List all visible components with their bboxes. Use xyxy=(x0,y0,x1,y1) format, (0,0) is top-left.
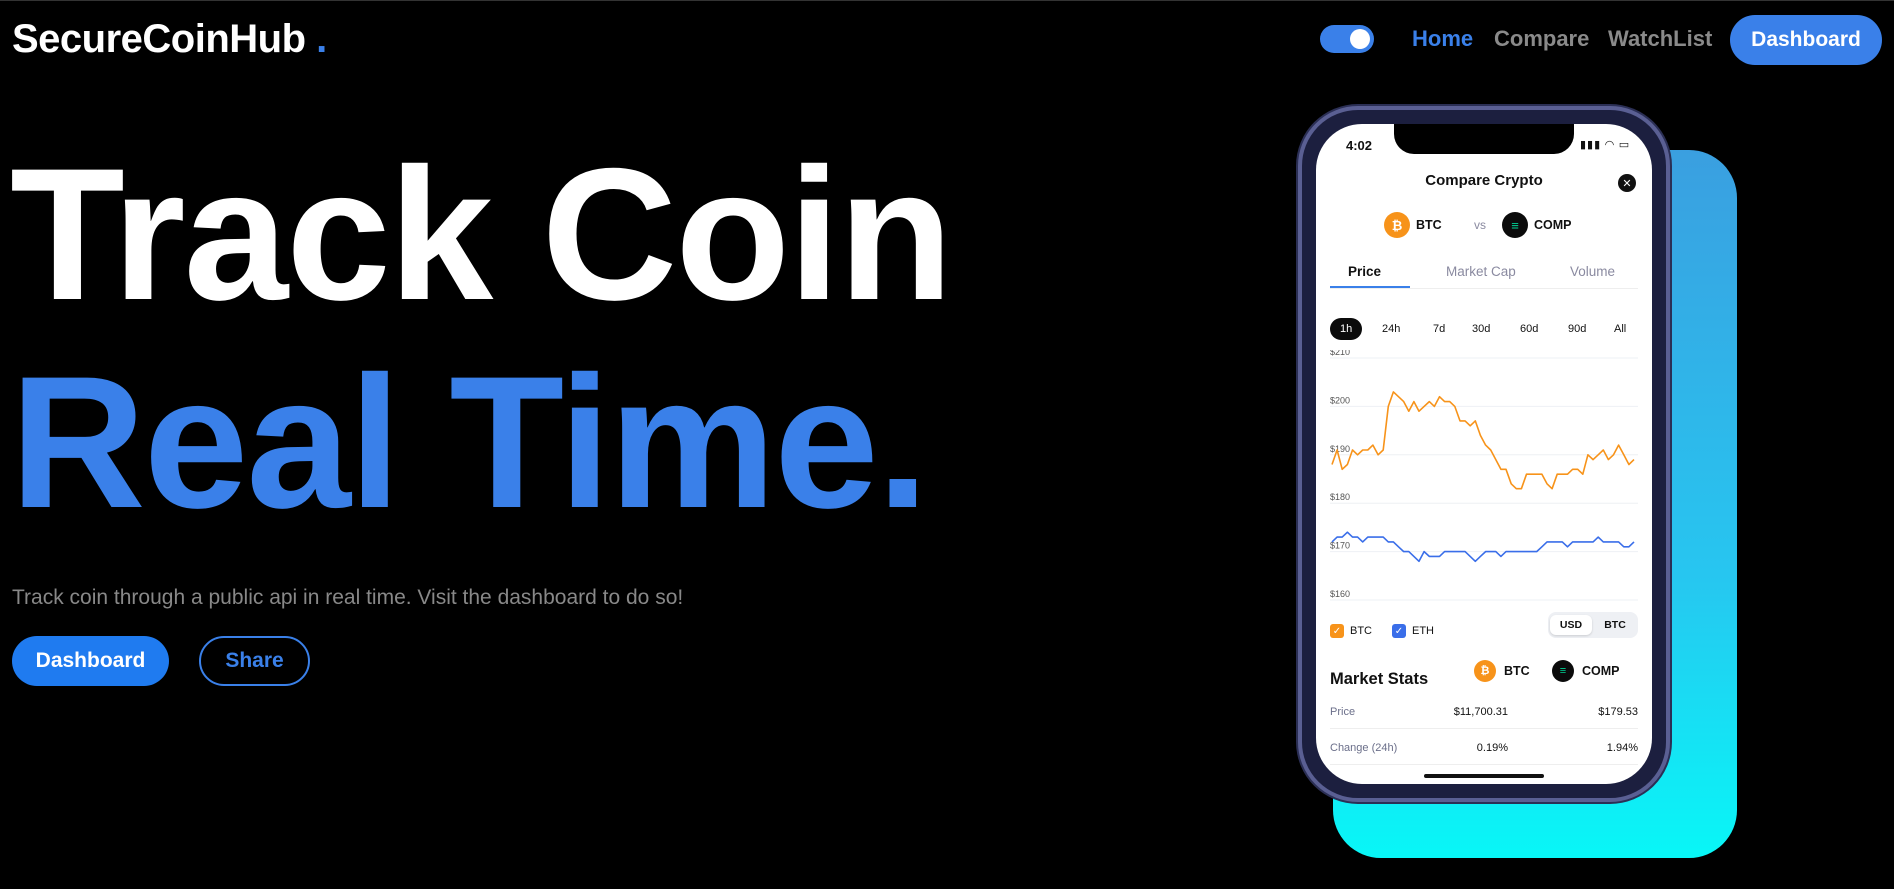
phone-notch xyxy=(1394,124,1574,154)
price-chart: $210 $200 $190 $180 $170 $160 xyxy=(1330,350,1638,601)
stats-col-b: COMP xyxy=(1582,664,1620,678)
range-1h[interactable]: 1h xyxy=(1330,318,1363,340)
coin-a-label: BTC xyxy=(1416,218,1442,232)
tab-active-indicator xyxy=(1330,286,1410,288)
status-time: 4:02 xyxy=(1346,138,1373,153)
y-tick-label: $190 xyxy=(1330,444,1350,454)
bitcoin-icon: ₿ xyxy=(1474,660,1496,682)
coin-b-label: COMP xyxy=(1534,218,1572,232)
hero-share-button[interactable]: Share xyxy=(199,636,310,686)
range-60d[interactable]: 60d xyxy=(1520,318,1538,340)
y-tick-label: $170 xyxy=(1330,541,1350,551)
tab-volume[interactable]: Volume xyxy=(1570,264,1615,279)
stats-row-value-a: $11,700.31 xyxy=(1453,706,1508,718)
bitcoin-icon: ₿ xyxy=(1384,212,1410,238)
nav-dashboard-button[interactable]: Dashboard xyxy=(1730,15,1882,65)
tab-divider xyxy=(1330,288,1638,289)
stats-divider xyxy=(1330,728,1638,729)
legend-eth-label: ETH xyxy=(1412,625,1434,637)
legend-eth-checkbox[interactable]: ✓ xyxy=(1392,624,1406,638)
site-logo[interactable]: SecureCoinHub . xyxy=(12,17,327,62)
nav-home-link[interactable]: Home xyxy=(1412,26,1473,52)
stats-col-a: BTC xyxy=(1504,664,1530,678)
chart-y-ticks: $210 $200 $190 $180 $170 $160 xyxy=(1330,350,1350,599)
compare-crypto-title: Compare Crypto xyxy=(1425,172,1543,189)
y-tick-label: $200 xyxy=(1330,395,1350,405)
toggle-knob xyxy=(1350,29,1370,49)
stats-row-label: Price xyxy=(1330,706,1356,718)
stats-row-value-a: 0.19% xyxy=(1476,742,1508,754)
range-24h[interactable]: 24h xyxy=(1382,318,1400,340)
y-tick-label: $210 xyxy=(1330,350,1350,357)
logo-dot: . xyxy=(316,17,327,61)
close-icon[interactable]: ✕ xyxy=(1618,174,1636,192)
currency-usd[interactable]: USD xyxy=(1550,615,1592,635)
hero-title-line1: Track Coin xyxy=(10,129,953,339)
nav-watchlist-link[interactable]: WatchList xyxy=(1608,26,1712,52)
nav-compare-link[interactable]: Compare xyxy=(1494,26,1589,52)
vs-label: vs xyxy=(1474,218,1486,232)
currency-toggle: USD BTC xyxy=(1548,612,1638,638)
stats-divider xyxy=(1330,764,1638,765)
series-line-eth xyxy=(1331,531,1635,563)
compound-icon: ≡ xyxy=(1502,212,1528,238)
range-30d[interactable]: 30d xyxy=(1472,318,1490,340)
range-7d[interactable]: 7d xyxy=(1433,318,1445,340)
range-90d[interactable]: 90d xyxy=(1568,318,1586,340)
tab-price[interactable]: Price xyxy=(1348,264,1381,279)
logo-text: SecureCoinHub xyxy=(12,17,306,61)
y-tick-label: $180 xyxy=(1330,492,1350,502)
compound-icon: ≡ xyxy=(1552,660,1574,682)
phone-mockup: 4:02 ▮▮▮ ◠ ▭ Compare Crypto ✕ ₿ BTC vs ≡… xyxy=(1298,106,1670,802)
hero-title-line2: Real Time. xyxy=(10,337,929,547)
home-indicator xyxy=(1424,774,1544,778)
stats-row-value-b: 1.94% xyxy=(1606,742,1638,754)
tab-market-cap[interactable]: Market Cap xyxy=(1446,264,1516,279)
currency-btc[interactable]: BTC xyxy=(1594,615,1636,635)
legend-btc-checkbox[interactable]: ✓ xyxy=(1330,624,1344,638)
chart-lines xyxy=(1331,391,1635,563)
theme-toggle[interactable] xyxy=(1320,25,1374,53)
legend-btc-label: BTC xyxy=(1350,625,1372,637)
stats-row-value-b: $179.53 xyxy=(1598,706,1638,718)
top-nav: SecureCoinHub . Home Compare WatchList D… xyxy=(0,0,1894,76)
hero-subtitle: Track coin through a public api in real … xyxy=(12,586,684,609)
stats-row-label: Change (24h) xyxy=(1330,742,1398,754)
market-stats-title: Market Stats xyxy=(1330,670,1429,688)
status-icons: ▮▮▮ ◠ ▭ xyxy=(1580,139,1631,151)
hero-dashboard-button[interactable]: Dashboard xyxy=(12,636,169,686)
phone-screen: 4:02 ▮▮▮ ◠ ▭ Compare Crypto ✕ ₿ BTC vs ≡… xyxy=(1316,124,1652,784)
range-all[interactable]: All xyxy=(1614,318,1626,340)
chart-grid xyxy=(1330,357,1638,601)
y-tick-label: $160 xyxy=(1330,589,1350,599)
